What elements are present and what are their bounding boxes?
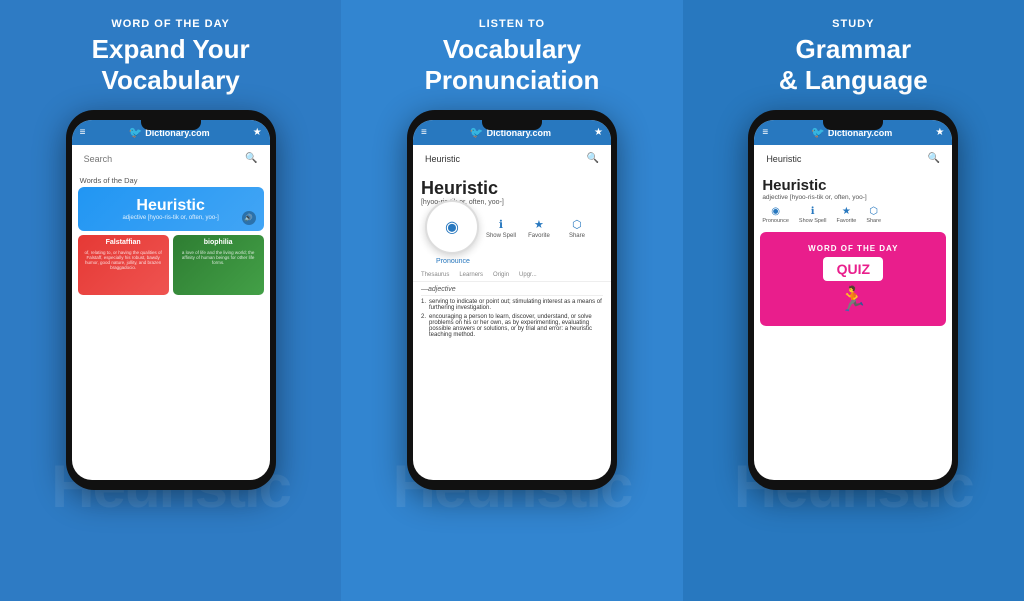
hamburger-icon-3: ≡ (762, 127, 768, 138)
pronounce-wave-icon: ◉ (445, 217, 459, 237)
panel-2-label: LISTEN TO (479, 18, 545, 30)
small-cards-row: Falstaffian of, relating to, or having t… (78, 235, 264, 295)
wotd-main-phonetic: adjective [hyoo-ris-tik or, often, yoo-] (88, 215, 254, 221)
tab-learners[interactable]: Learners (455, 269, 487, 281)
word-detail-3: Heuristic (754, 172, 952, 194)
pronounce-label: Pronounce (425, 258, 481, 265)
action-row-3: ◉ Pronounce ℹ Show Spell ★ Favorite ⬡ Sh… (754, 204, 952, 228)
wotd-speaker-icon[interactable]: 🔊 (242, 211, 256, 225)
fav-label-3: Favorite (836, 218, 856, 224)
star-icon-2: ★ (594, 127, 603, 138)
word-phonetic-3: adjective [hyoo-ris-tik or, often, yoo-] (754, 194, 952, 204)
search-bar-3[interactable]: 🔍 (760, 150, 946, 167)
panel-word-of-day: WORD OF THE DAY Expand YourVocabulary He… (0, 0, 341, 601)
phone-2-notch (482, 120, 542, 130)
show-spell-icon: ℹ (499, 218, 503, 231)
favorite-icon-2: ★ (534, 218, 544, 231)
def-item-1: serving to indicate or point out; stimul… (421, 299, 603, 311)
tab-upgrade[interactable]: Upgr... (515, 269, 541, 281)
star-icon-3: ★ (935, 127, 944, 138)
action-pronounce-3[interactable]: ◉ Pronounce (762, 206, 789, 224)
hamburger-icon-2: ≡ (421, 127, 427, 138)
tab-origin[interactable]: Origin (489, 269, 513, 281)
tab-row-2: Thesaurus Learners Origin Upgr... (413, 269, 611, 282)
quiz-text: QUIZ (827, 261, 879, 277)
pronounce-label-3: Pronounce (762, 218, 789, 224)
phone-2: ≡ 🐦 Dictionary.com ★ 🔍 Heuristic [hyoo-r… (407, 110, 617, 490)
action-share-2[interactable]: ⬡ Share (559, 218, 595, 239)
share-label-3: Share (866, 218, 881, 224)
search-icon-2: 🔍 (587, 153, 599, 164)
share-icon-2: ⬡ (572, 218, 582, 231)
wotd-main-card[interactable]: Heuristic adjective [hyoo-ris-tik or, of… (78, 187, 264, 231)
tab-thesaurus[interactable]: Thesaurus (417, 269, 453, 281)
phone-1: ≡ 🐦 Dictionary.com ★ 🔍 Words of the Day … (66, 110, 276, 490)
phone-1-screen: ≡ 🐦 Dictionary.com ★ 🔍 Words of the Day … (72, 120, 270, 480)
search-bar-1[interactable]: 🔍 (78, 150, 264, 167)
word-detail-2: Heuristic (413, 172, 611, 199)
share-label-2: Share (569, 233, 585, 239)
action-share-3[interactable]: ⬡ Share (866, 206, 881, 224)
logo-bird-1: 🐦 (129, 126, 143, 139)
pos-label-2: —adjective (421, 286, 603, 296)
panel-3-label: STUDY (832, 18, 874, 30)
action-show-spell[interactable]: ℹ Show Spell (483, 218, 519, 239)
show-spell-label: Show Spell (486, 233, 516, 239)
search-input-1[interactable] (84, 154, 246, 164)
quiz-figure: 🏃 (772, 285, 934, 314)
logo-bird-2: 🐦 (470, 126, 484, 139)
search-bar-2[interactable]: 🔍 (419, 150, 605, 167)
action-favorite-2[interactable]: ★ Favorite (521, 218, 557, 239)
pronounce-icon-3: ◉ (771, 206, 780, 217)
share-icon-3: ⬡ (869, 206, 878, 217)
small-card-1[interactable]: biophilia a love of life and the living … (173, 235, 264, 295)
action-fav-3[interactable]: ★ Favorite (836, 206, 856, 224)
def-item-2: encouraging a person to learn, discover,… (421, 314, 603, 338)
phone-3-notch (823, 120, 883, 130)
fav-icon-3: ★ (842, 206, 851, 217)
phone-3-screen: ≡ 🐦 Dictionary.com ★ 🔍 Heuristic adjecti… (754, 120, 952, 480)
small-card-1-def: a love of life and the living world; the… (173, 250, 264, 265)
pronounce-circle[interactable]: ◉ (425, 200, 479, 254)
spell-icon-3: ℹ (811, 206, 815, 217)
phone-2-screen: ≡ 🐦 Dictionary.com ★ 🔍 Heuristic [hyoo-r… (413, 120, 611, 480)
small-card-1-word: biophilia (173, 235, 264, 250)
pronounce-container: ◉ Pronounce (421, 214, 481, 265)
quiz-wotd-label: WORD OF THE DAY (772, 244, 934, 253)
logo-bird-3: 🐦 (811, 126, 825, 139)
phone-1-notch (141, 120, 201, 130)
hamburger-icon-1: ≡ (80, 127, 86, 138)
quiz-card[interactable]: WORD OF THE DAY QUIZ 🏃 (760, 232, 946, 326)
panel-pronunciation: LISTEN TO VocabularyPronunciation Heuris… (341, 0, 682, 601)
spell-label-3: Show Spell (799, 218, 827, 224)
action-spell-3[interactable]: ℹ Show Spell (799, 206, 827, 224)
wotd-main-word: Heuristic (88, 197, 254, 215)
panel-study: STUDY Grammar& Language Heuristic ≡ 🐦 Di… (683, 0, 1024, 601)
favorite-label-2: Favorite (528, 233, 550, 239)
small-card-0-word: Falstaffian (78, 235, 169, 250)
wotd-label-1: Words of the Day (72, 172, 270, 187)
action-row-2: ◉ Pronounce ℹ Show Spell ★ Favorite ⬡ Sh… (413, 210, 611, 269)
search-input-3[interactable] (766, 154, 928, 164)
star-icon-1: ★ (253, 127, 262, 138)
panel-3-title: Grammar& Language (779, 34, 928, 96)
panel-2-title: VocabularyPronunciation (425, 34, 600, 96)
quiz-box: QUIZ (823, 257, 883, 281)
search-icon-3: 🔍 (928, 153, 940, 164)
small-card-0[interactable]: Falstaffian of, relating to, or having t… (78, 235, 169, 295)
definition-section-2: —adjective serving to indicate or point … (413, 282, 611, 345)
search-icon-1: 🔍 (245, 153, 257, 164)
phone-3: ≡ 🐦 Dictionary.com ★ 🔍 Heuristic adjecti… (748, 110, 958, 490)
panel-1-title: Expand YourVocabulary (92, 34, 250, 96)
small-card-0-def: of, relating to, or having the qualities… (78, 250, 169, 270)
search-input-2[interactable] (425, 154, 587, 164)
panel-1-label: WORD OF THE DAY (111, 18, 230, 30)
